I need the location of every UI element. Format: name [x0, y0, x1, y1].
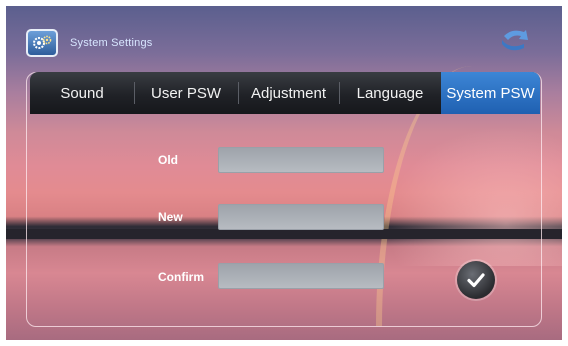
confirm-password-field[interactable]: [218, 263, 384, 289]
tab-user-psw[interactable]: User PSW: [134, 72, 238, 114]
title-bar: System Settings: [26, 26, 152, 60]
back-arrow-icon[interactable]: [498, 26, 530, 52]
settings-gears-icon: [26, 29, 58, 57]
tab-sound[interactable]: Sound: [30, 72, 134, 114]
tab-bar: Sound User PSW Adjustment Language Syste…: [30, 72, 540, 114]
confirm-button[interactable]: [457, 261, 495, 299]
old-password-field[interactable]: [218, 147, 384, 173]
page-title: System Settings: [70, 37, 153, 49]
checkmark-icon: [467, 273, 485, 288]
tab-language[interactable]: Language: [339, 72, 441, 114]
confirm-password-label: Confirm: [158, 270, 204, 284]
new-password-field[interactable]: [218, 204, 384, 230]
tab-adjustment[interactable]: Adjustment: [238, 72, 339, 114]
tab-system-psw[interactable]: System PSW: [441, 72, 540, 114]
old-password-label: Old: [158, 153, 178, 167]
new-password-label: New: [158, 210, 183, 224]
